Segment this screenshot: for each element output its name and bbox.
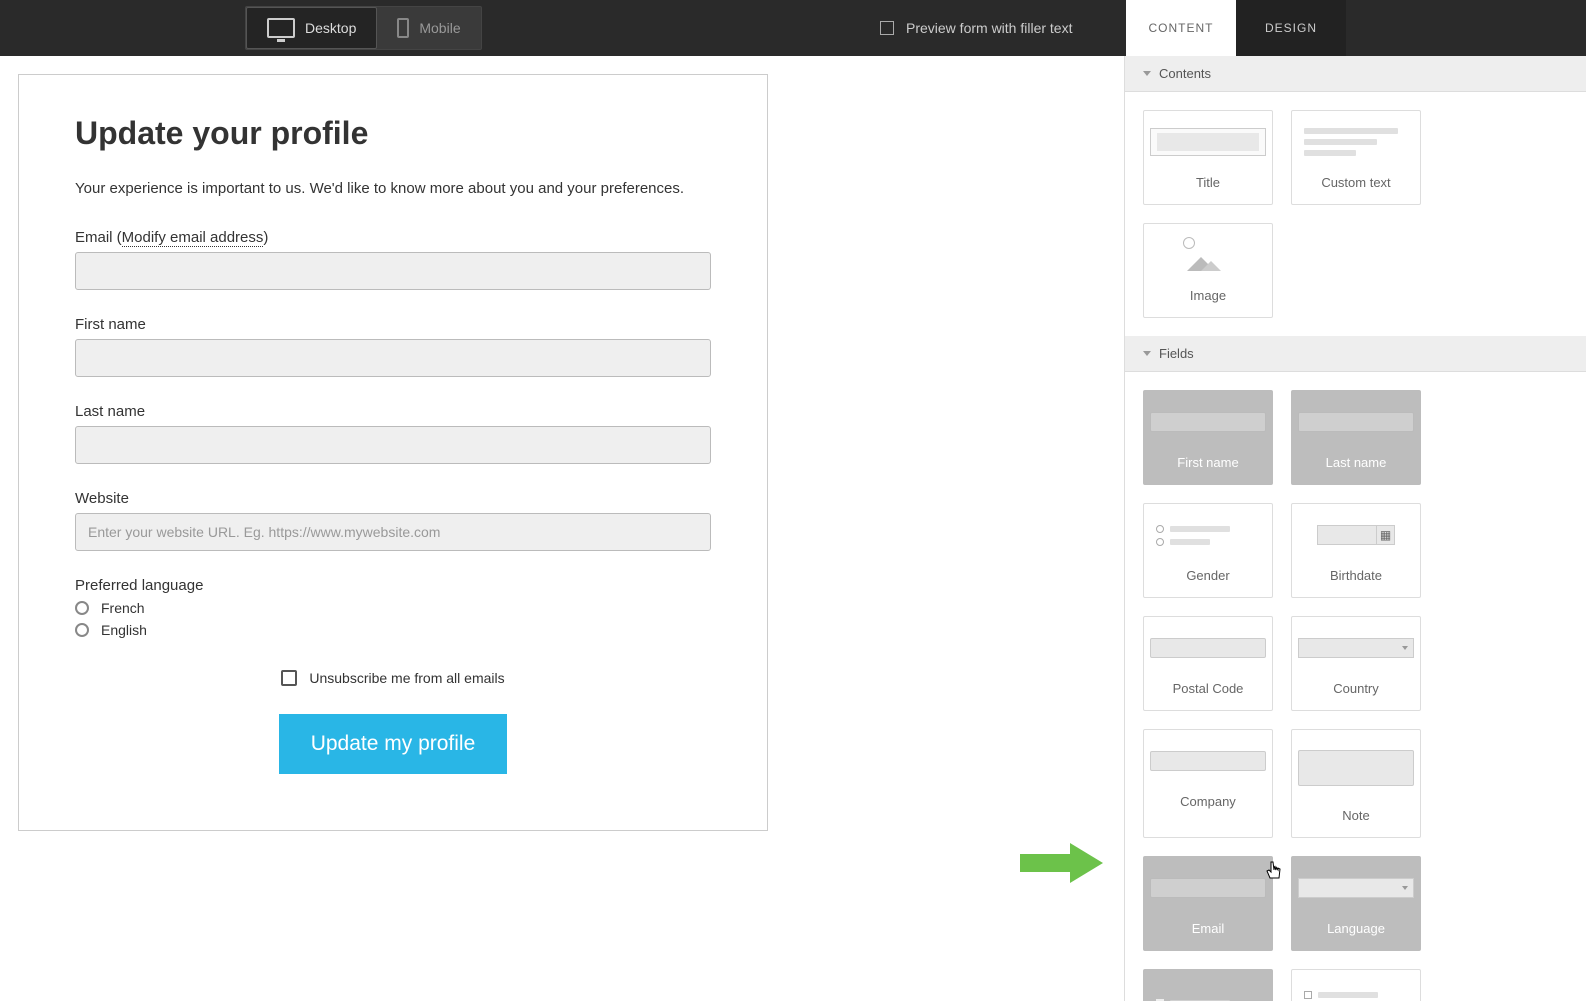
mobile-button[interactable]: Mobile xyxy=(377,7,480,49)
tile-consent[interactable]: Consent / Unsubscribe xyxy=(1143,969,1273,1001)
form-card[interactable]: Update your profile Your experience is i… xyxy=(18,74,768,831)
unsubscribe-row[interactable]: Unsubscribe me from all emails xyxy=(75,670,711,686)
device-switcher: Desktop Mobile xyxy=(245,6,482,50)
last-name-label: Last name xyxy=(75,403,711,420)
modify-email-link[interactable]: Modify email address xyxy=(122,229,264,247)
caret-icon xyxy=(1143,71,1151,76)
mobile-icon xyxy=(397,18,409,38)
radio-french-label: French xyxy=(101,600,145,616)
website-field[interactable] xyxy=(75,513,711,551)
tile-last-name[interactable]: Last name xyxy=(1291,390,1421,485)
fields-header[interactable]: Fields xyxy=(1125,336,1586,372)
form-title: Update your profile xyxy=(75,115,711,152)
tile-note[interactable]: Note xyxy=(1291,729,1421,838)
preview-label-text: Preview form with filler text xyxy=(906,20,1072,36)
tile-title[interactable]: Title xyxy=(1143,110,1273,205)
email-group: Email (Modify email address) xyxy=(75,229,711,290)
email-field[interactable] xyxy=(75,252,711,290)
radio-french[interactable]: French xyxy=(75,600,711,616)
radio-english-label: English xyxy=(101,622,147,638)
tile-first-name[interactable]: First name xyxy=(1143,390,1273,485)
tile-email[interactable]: Email xyxy=(1143,856,1273,951)
preview-toggle[interactable]: Preview form with filler text xyxy=(880,20,1072,36)
panel-tabs: CONTENT DESIGN xyxy=(1126,0,1346,56)
checkbox-icon xyxy=(281,670,297,686)
contents-header[interactable]: Contents xyxy=(1125,56,1586,92)
desktop-label: Desktop xyxy=(305,20,356,36)
form-subtitle: Your experience is important to us. We'd… xyxy=(75,180,711,197)
radio-icon xyxy=(75,623,89,637)
first-name-label: First name xyxy=(75,316,711,333)
right-panel: Contents Title Custom text Image xyxy=(1124,56,1586,1001)
preferred-language-group: Preferred language French English xyxy=(75,577,711,638)
tile-birthdate[interactable]: ▦Birthdate xyxy=(1291,503,1421,598)
tile-gender[interactable]: Gender xyxy=(1143,503,1273,598)
email-label: Email (Modify email address) xyxy=(75,229,711,246)
radio-english[interactable]: English xyxy=(75,622,711,638)
preview-checkbox-icon xyxy=(880,21,894,35)
radio-icon xyxy=(75,601,89,615)
first-name-group: First name xyxy=(75,316,711,377)
tile-language[interactable]: Language xyxy=(1291,856,1421,951)
topbar: Desktop Mobile Preview form with filler … xyxy=(0,0,1586,56)
tile-company[interactable]: Company xyxy=(1143,729,1273,838)
preferred-language-label: Preferred language xyxy=(75,577,711,594)
form-canvas: Update your profile Your experience is i… xyxy=(0,56,1124,1001)
unsubscribe-label: Unsubscribe me from all emails xyxy=(309,670,504,686)
tab-content[interactable]: CONTENT xyxy=(1126,0,1236,56)
last-name-field[interactable] xyxy=(75,426,711,464)
first-name-field[interactable] xyxy=(75,339,711,377)
tile-image[interactable]: Image xyxy=(1143,223,1273,318)
website-label: Website xyxy=(75,490,711,507)
tile-group[interactable]: Group xyxy=(1291,969,1421,1001)
tile-postal-code[interactable]: Postal Code xyxy=(1143,616,1273,711)
submit-button[interactable]: Update my profile xyxy=(279,714,508,774)
mobile-label: Mobile xyxy=(419,20,460,36)
cursor-hand-icon xyxy=(1265,860,1283,887)
caret-icon xyxy=(1143,351,1151,356)
tile-custom-text[interactable]: Custom text xyxy=(1291,110,1421,205)
website-group: Website xyxy=(75,490,711,551)
last-name-group: Last name xyxy=(75,403,711,464)
tile-country[interactable]: Country xyxy=(1291,616,1421,711)
desktop-icon xyxy=(267,18,295,38)
tab-design[interactable]: DESIGN xyxy=(1236,0,1346,56)
arrow-annotation-icon xyxy=(1015,838,1105,888)
desktop-button[interactable]: Desktop xyxy=(246,7,377,49)
